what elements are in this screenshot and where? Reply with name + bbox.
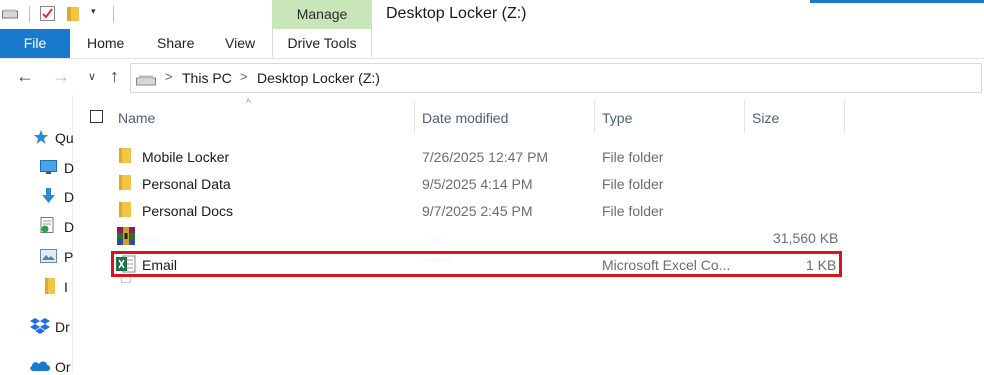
tab-file[interactable]: File xyxy=(0,29,70,58)
select-all-checkbox[interactable] xyxy=(90,110,103,123)
folder-icon xyxy=(119,202,131,217)
selection-highlight-box xyxy=(111,251,842,277)
nav-documents[interactable]: D xyxy=(64,219,74,235)
chevron-right-icon[interactable]: > xyxy=(165,69,173,84)
nav-onedrive[interactable]: Or xyxy=(55,359,71,375)
nav-folder[interactable]: I xyxy=(64,279,68,295)
documents-icon xyxy=(40,217,54,233)
ribbon xyxy=(0,29,984,59)
back-icon[interactable]: ← xyxy=(16,66,34,87)
sort-ascending-icon: ^ xyxy=(246,98,251,109)
drive-icon[interactable] xyxy=(2,9,18,19)
file-row-archive[interactable] xyxy=(112,224,844,251)
star-icon xyxy=(34,130,48,144)
file-type: File folder xyxy=(602,176,664,192)
file-type: File folder xyxy=(602,203,664,219)
manage-tab[interactable]: Manage xyxy=(272,0,372,29)
title-accent-strip xyxy=(810,0,984,3)
column-divider[interactable] xyxy=(414,100,415,133)
folder-icon xyxy=(119,175,131,190)
forward-icon[interactable]: → xyxy=(52,66,70,87)
tab-home[interactable]: Home xyxy=(87,29,124,58)
dropbox-icon xyxy=(30,318,50,334)
column-divider[interactable] xyxy=(594,100,595,133)
breadcrumb-this-pc[interactable]: This PC xyxy=(182,70,232,86)
tab-view[interactable]: View xyxy=(225,29,255,58)
column-header-name[interactable]: Name xyxy=(118,110,155,126)
file-date-obscured: · · · xyxy=(430,236,443,245)
partial-row-icon xyxy=(121,278,131,283)
nav-desktop[interactable]: D xyxy=(64,160,74,176)
file-size: 31,560 KB xyxy=(773,230,839,246)
column-divider[interactable] xyxy=(744,100,745,133)
file-name-obscured: · · · · xyxy=(142,236,160,245)
drive-icon xyxy=(136,75,156,86)
column-header-size[interactable]: Size xyxy=(752,110,779,126)
file-date: 9/7/2025 2:45 PM xyxy=(422,203,533,219)
properties-icon[interactable] xyxy=(40,6,55,21)
file-name: Personal Data xyxy=(142,176,231,192)
folder-icon xyxy=(119,148,131,163)
column-header-type[interactable]: Type xyxy=(602,110,632,126)
file-date: 7/26/2025 12:47 PM xyxy=(422,149,549,165)
tab-share[interactable]: Share xyxy=(157,29,194,58)
qat-divider xyxy=(29,6,30,22)
new-folder-icon[interactable] xyxy=(67,7,79,21)
file-date: 9/5/2025 4:14 PM xyxy=(422,176,533,192)
qat-divider xyxy=(113,6,114,22)
pictures-icon xyxy=(40,249,57,263)
chevron-right-icon[interactable]: > xyxy=(240,69,248,84)
nav-dropbox[interactable]: Dr xyxy=(55,319,70,335)
download-icon xyxy=(42,188,55,203)
file-name: Mobile Locker xyxy=(142,149,230,165)
breadcrumb-drive[interactable]: Desktop Locker (Z:) xyxy=(257,70,380,86)
recent-locations-icon[interactable]: ∨ xyxy=(88,70,96,83)
file-name: Personal Docs xyxy=(142,203,234,219)
folder-icon xyxy=(45,278,55,294)
column-divider[interactable] xyxy=(844,100,845,133)
column-header-date[interactable]: Date modified xyxy=(422,110,508,126)
up-icon[interactable]: ↑ xyxy=(110,66,119,87)
customize-qat-icon[interactable]: ▾ xyxy=(91,6,96,17)
desktop-icon xyxy=(40,160,57,174)
window-title: Desktop Locker (Z:) xyxy=(386,5,527,22)
onedrive-icon xyxy=(30,361,50,371)
file-type: File folder xyxy=(602,149,664,165)
nav-quick-access[interactable]: Qu xyxy=(55,130,74,146)
nav-downloads[interactable]: D xyxy=(64,189,74,205)
archive-icon xyxy=(117,227,135,245)
tab-drive-tools[interactable]: Drive Tools xyxy=(272,29,372,57)
nav-pictures[interactable]: P xyxy=(64,249,73,265)
